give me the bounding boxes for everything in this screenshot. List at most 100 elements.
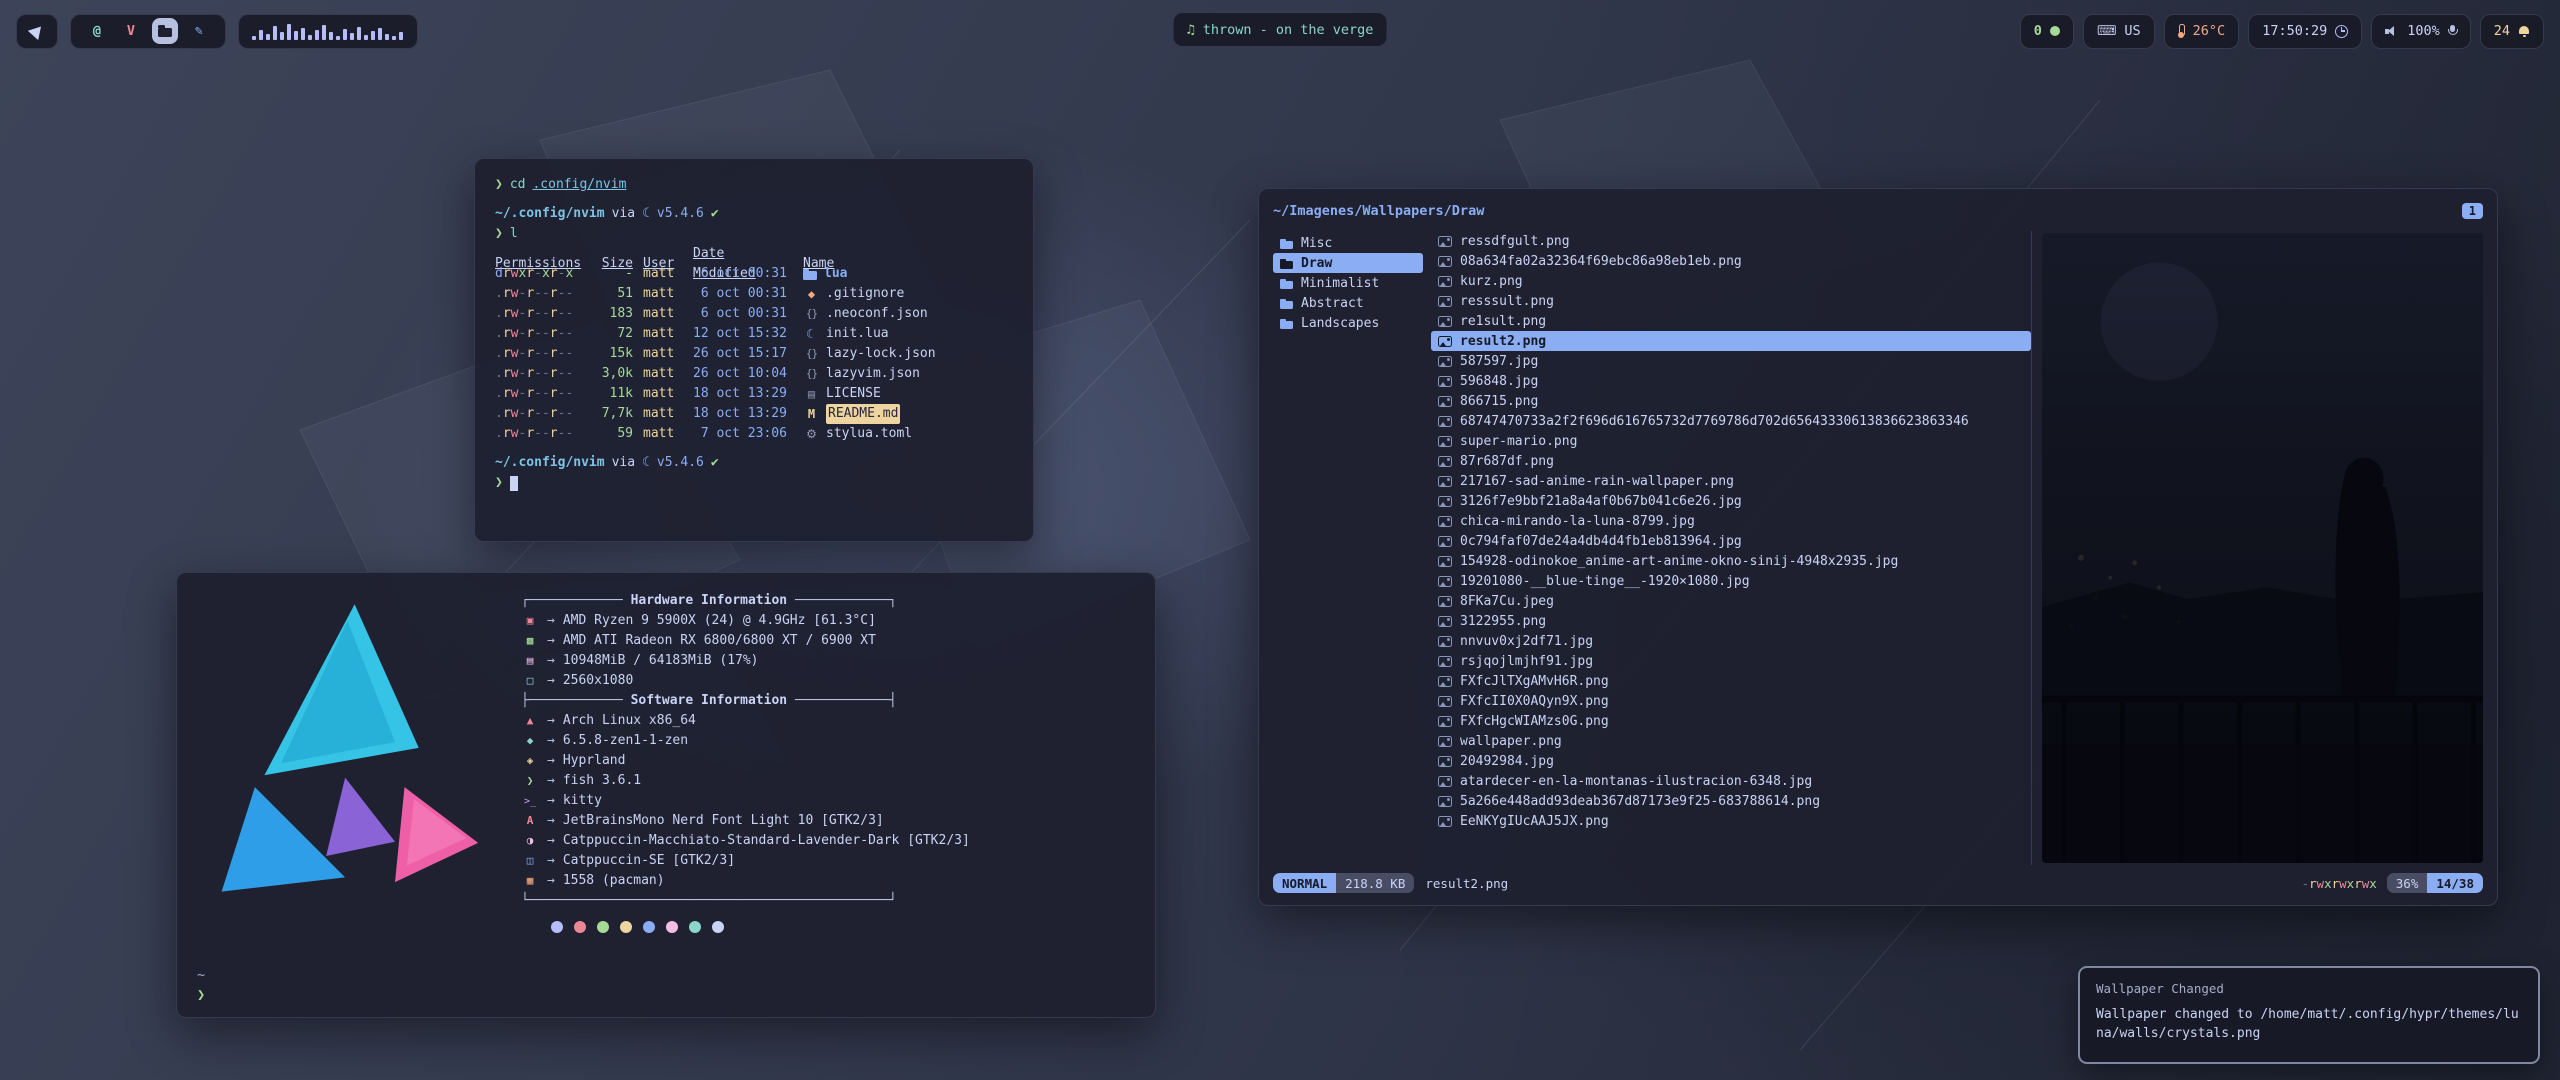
info-row: → AMD ATI Radeon RX 6800/6800 XT / 6900 … — [521, 631, 970, 651]
file-entry[interactable]: 19201080-__blue-tinge__-1920×1080.jpg — [1431, 571, 2031, 591]
file-name: kurz.png — [1460, 274, 1523, 289]
tab-badge[interactable]: 1 — [2462, 203, 2483, 219]
file-entry[interactable]: chica-mirando-la-luna-8799.jpg — [1431, 511, 2031, 531]
lua-version: v5.4.6 — [657, 453, 704, 473]
file-entry[interactable]: EeNKYgIUcAAJ5JX.png — [1431, 811, 2031, 831]
media-player-module[interactable]: thrown - on the verge — [1173, 12, 1388, 47]
file-entry[interactable]: rsjqojlmjhf91.jpg — [1431, 651, 2031, 671]
file-name: LICENSE — [826, 384, 881, 404]
prompt-char: ❯ — [495, 175, 503, 195]
sidebar-folder[interactable]: Landscapes — [1273, 313, 1423, 333]
file-entry[interactable]: kurz.png — [1431, 271, 2031, 291]
file-entry[interactable]: 3122955.png — [1431, 611, 2031, 631]
file-size: 72 — [593, 324, 633, 344]
volume-module[interactable]: 100% — [2371, 14, 2471, 49]
distro-logo — [195, 591, 495, 933]
file-permissions: .rw-r--r-- — [495, 404, 583, 424]
info-row: → 10948MiB / 64183MiB (17%) — [521, 651, 970, 671]
arrow-icon: → — [547, 771, 555, 791]
selected-file-name: result2.png — [1425, 876, 1508, 891]
audio-visualizer[interactable] — [238, 14, 418, 49]
info-icon — [521, 831, 539, 851]
file-entry[interactable]: result2.png — [1431, 331, 2031, 351]
workspace-button[interactable]: ✎ — [186, 18, 212, 44]
file-row[interactable]: .rw-r--r-- 15k matt 26 oct 15:17 lazy-lo… — [495, 344, 1013, 364]
parent-folders-pane: Misc Draw Minimalist Abstract Landscapes — [1273, 231, 1423, 865]
file-entry[interactable]: 8FKa7Cu.jpeg — [1431, 591, 2031, 611]
info-value: AMD ATI Radeon RX 6800/6800 XT / 6900 XT — [563, 631, 876, 651]
file-entry[interactable]: FXfcII0X0AQyn9X.png — [1431, 691, 2031, 711]
file-entry[interactable]: atardecer-en-la-montanas-ilustracion-634… — [1431, 771, 2031, 791]
file-entry[interactable]: 154928-odinokoe_anime-art-anime-okno-sin… — [1431, 551, 2031, 571]
folder-icon — [1280, 258, 1294, 269]
command-line: ❯cd.config/nvim — [495, 175, 1013, 195]
file-row[interactable]: .rw-r--r-- 51 matt 6 oct 00:31 .gitignor… — [495, 284, 1013, 304]
workspace-button[interactable]: @ — [84, 18, 110, 44]
color-dot — [712, 921, 724, 933]
sidebar-folder[interactable]: Abstract — [1273, 293, 1423, 313]
command: cd — [510, 175, 526, 195]
temperature-module[interactable]: 26°C — [2164, 14, 2240, 49]
file-entry[interactable]: FXfcJlTXgAMvH6R.png — [1431, 671, 2031, 691]
file-entry[interactable]: super-mario.png — [1431, 431, 2031, 451]
fastfetch-window[interactable]: ┌──────────── Hardware Information ─────… — [176, 572, 1156, 1018]
file-entry[interactable]: 68747470733a2f2f696d616765732d7769786d70… — [1431, 411, 2031, 431]
file-entry[interactable]: 0c794faf07de24a4db4d4fb1eb813964.jpg — [1431, 531, 2031, 551]
file-entry[interactable]: 3126f7e9bbf21a8a4af0b67b041c6e26.jpg — [1431, 491, 2031, 511]
info-row: → AMD Ryzen 9 5900X (24) @ 4.9GHz [61.3°… — [521, 611, 970, 631]
arrow-icon: → — [547, 831, 555, 851]
file-entry[interactable]: 596848.jpg — [1431, 371, 2031, 391]
kitty-terminal-window[interactable]: ❯cd.config/nvim ~/.config/nvimvia☾v5.4.6… — [474, 158, 1034, 542]
file-entry[interactable]: ressdfgult.png — [1431, 231, 2031, 251]
workspace-button[interactable]: V — [118, 18, 144, 44]
file-type-icon — [803, 424, 820, 444]
yazi-file-manager-window[interactable]: ~/Imagenes/Wallpapers/Draw 1 Misc Draw M… — [1258, 188, 2498, 906]
image-file-icon — [1438, 536, 1452, 547]
prompt-input-line[interactable]: ❯ — [495, 473, 1013, 493]
file-entry[interactable]: 20492984.jpg — [1431, 751, 2031, 771]
file-entry[interactable]: 5a266e448add93deab367d87173e9f25-6837886… — [1431, 791, 2031, 811]
file-entry[interactable]: 866715.png — [1431, 391, 2031, 411]
sidebar-folder[interactable]: Misc — [1273, 233, 1423, 253]
file-row[interactable]: drwxr-xr-x - matt 6 oct 00:31 lua — [495, 264, 1013, 284]
file-entry[interactable]: wallpaper.png — [1431, 731, 2031, 751]
file-entry[interactable]: FXfcHgcWIAMzs0G.png — [1431, 711, 2031, 731]
file-entry[interactable]: 87r687df.png — [1431, 451, 2031, 471]
software-section-header: ├──────────── Software Information ─────… — [521, 691, 970, 711]
lua-moon-icon: ☾ — [642, 453, 650, 473]
file-row[interactable]: .rw-r--r-- 72 matt 12 oct 15:32 init.lua — [495, 324, 1013, 344]
notification-popup[interactable]: Wallpaper Changed Wallpaper changed to /… — [2078, 966, 2540, 1064]
thermometer-icon — [2178, 24, 2185, 38]
sidebar-folder[interactable]: Minimalist — [1273, 273, 1423, 293]
clock-module[interactable]: 17:50:29 — [2248, 14, 2362, 49]
folder-name: Landscapes — [1301, 316, 1379, 331]
file-listing-header: Permissions Size User Date Modified Name — [495, 244, 1013, 264]
file-entry[interactable]: resssult.png — [1431, 291, 2031, 311]
keyboard-layout-module[interactable]: US — [2083, 14, 2155, 49]
check-icon: ✔ — [711, 453, 719, 473]
image-file-icon — [1438, 696, 1452, 707]
info-icon — [521, 651, 539, 671]
file-entry[interactable]: nnvuv0xj2df71.jpg — [1431, 631, 2031, 651]
file-name: .gitignore — [826, 284, 904, 304]
file-row[interactable]: .rw-r--r-- 7,7k matt 18 oct 13:29 README… — [495, 404, 1013, 424]
file-entry[interactable]: 217167-sad-anime-rain-wallpaper.png — [1431, 471, 2031, 491]
arrow-icon: → — [547, 871, 555, 891]
file-row[interactable]: .rw-r--r-- 183 matt 6 oct 00:31 .neoconf… — [495, 304, 1013, 324]
file-row[interactable]: .rw-r--r-- 11k matt 18 oct 13:29 LICENSE — [495, 384, 1013, 404]
file-row[interactable]: .rw-r--r-- 3,0k matt 26 oct 10:04 lazyvi… — [495, 364, 1013, 384]
shell-prompt[interactable]: ~ ❯ — [197, 965, 205, 1005]
image-file-icon — [1438, 796, 1452, 807]
info-icon — [521, 671, 539, 691]
notifications-module[interactable]: 24 — [2480, 14, 2544, 49]
file-entry[interactable]: 08a634fa02a32364f69ebc86a98eb1eb.png — [1431, 251, 2031, 271]
launcher-button[interactable] — [16, 14, 58, 49]
folder-name: Misc — [1301, 236, 1332, 251]
file-entry[interactable]: re1sult.png — [1431, 311, 2031, 331]
clock-icon — [2335, 25, 2348, 38]
file-row[interactable]: .rw-r--r-- 59 matt 7 oct 23:06 stylua.to… — [495, 424, 1013, 444]
workspace-button[interactable] — [152, 18, 178, 44]
updates-module[interactable]: 0 — [2020, 14, 2074, 49]
file-entry[interactable]: 587597.jpg — [1431, 351, 2031, 371]
sidebar-folder[interactable]: Draw — [1273, 253, 1423, 273]
